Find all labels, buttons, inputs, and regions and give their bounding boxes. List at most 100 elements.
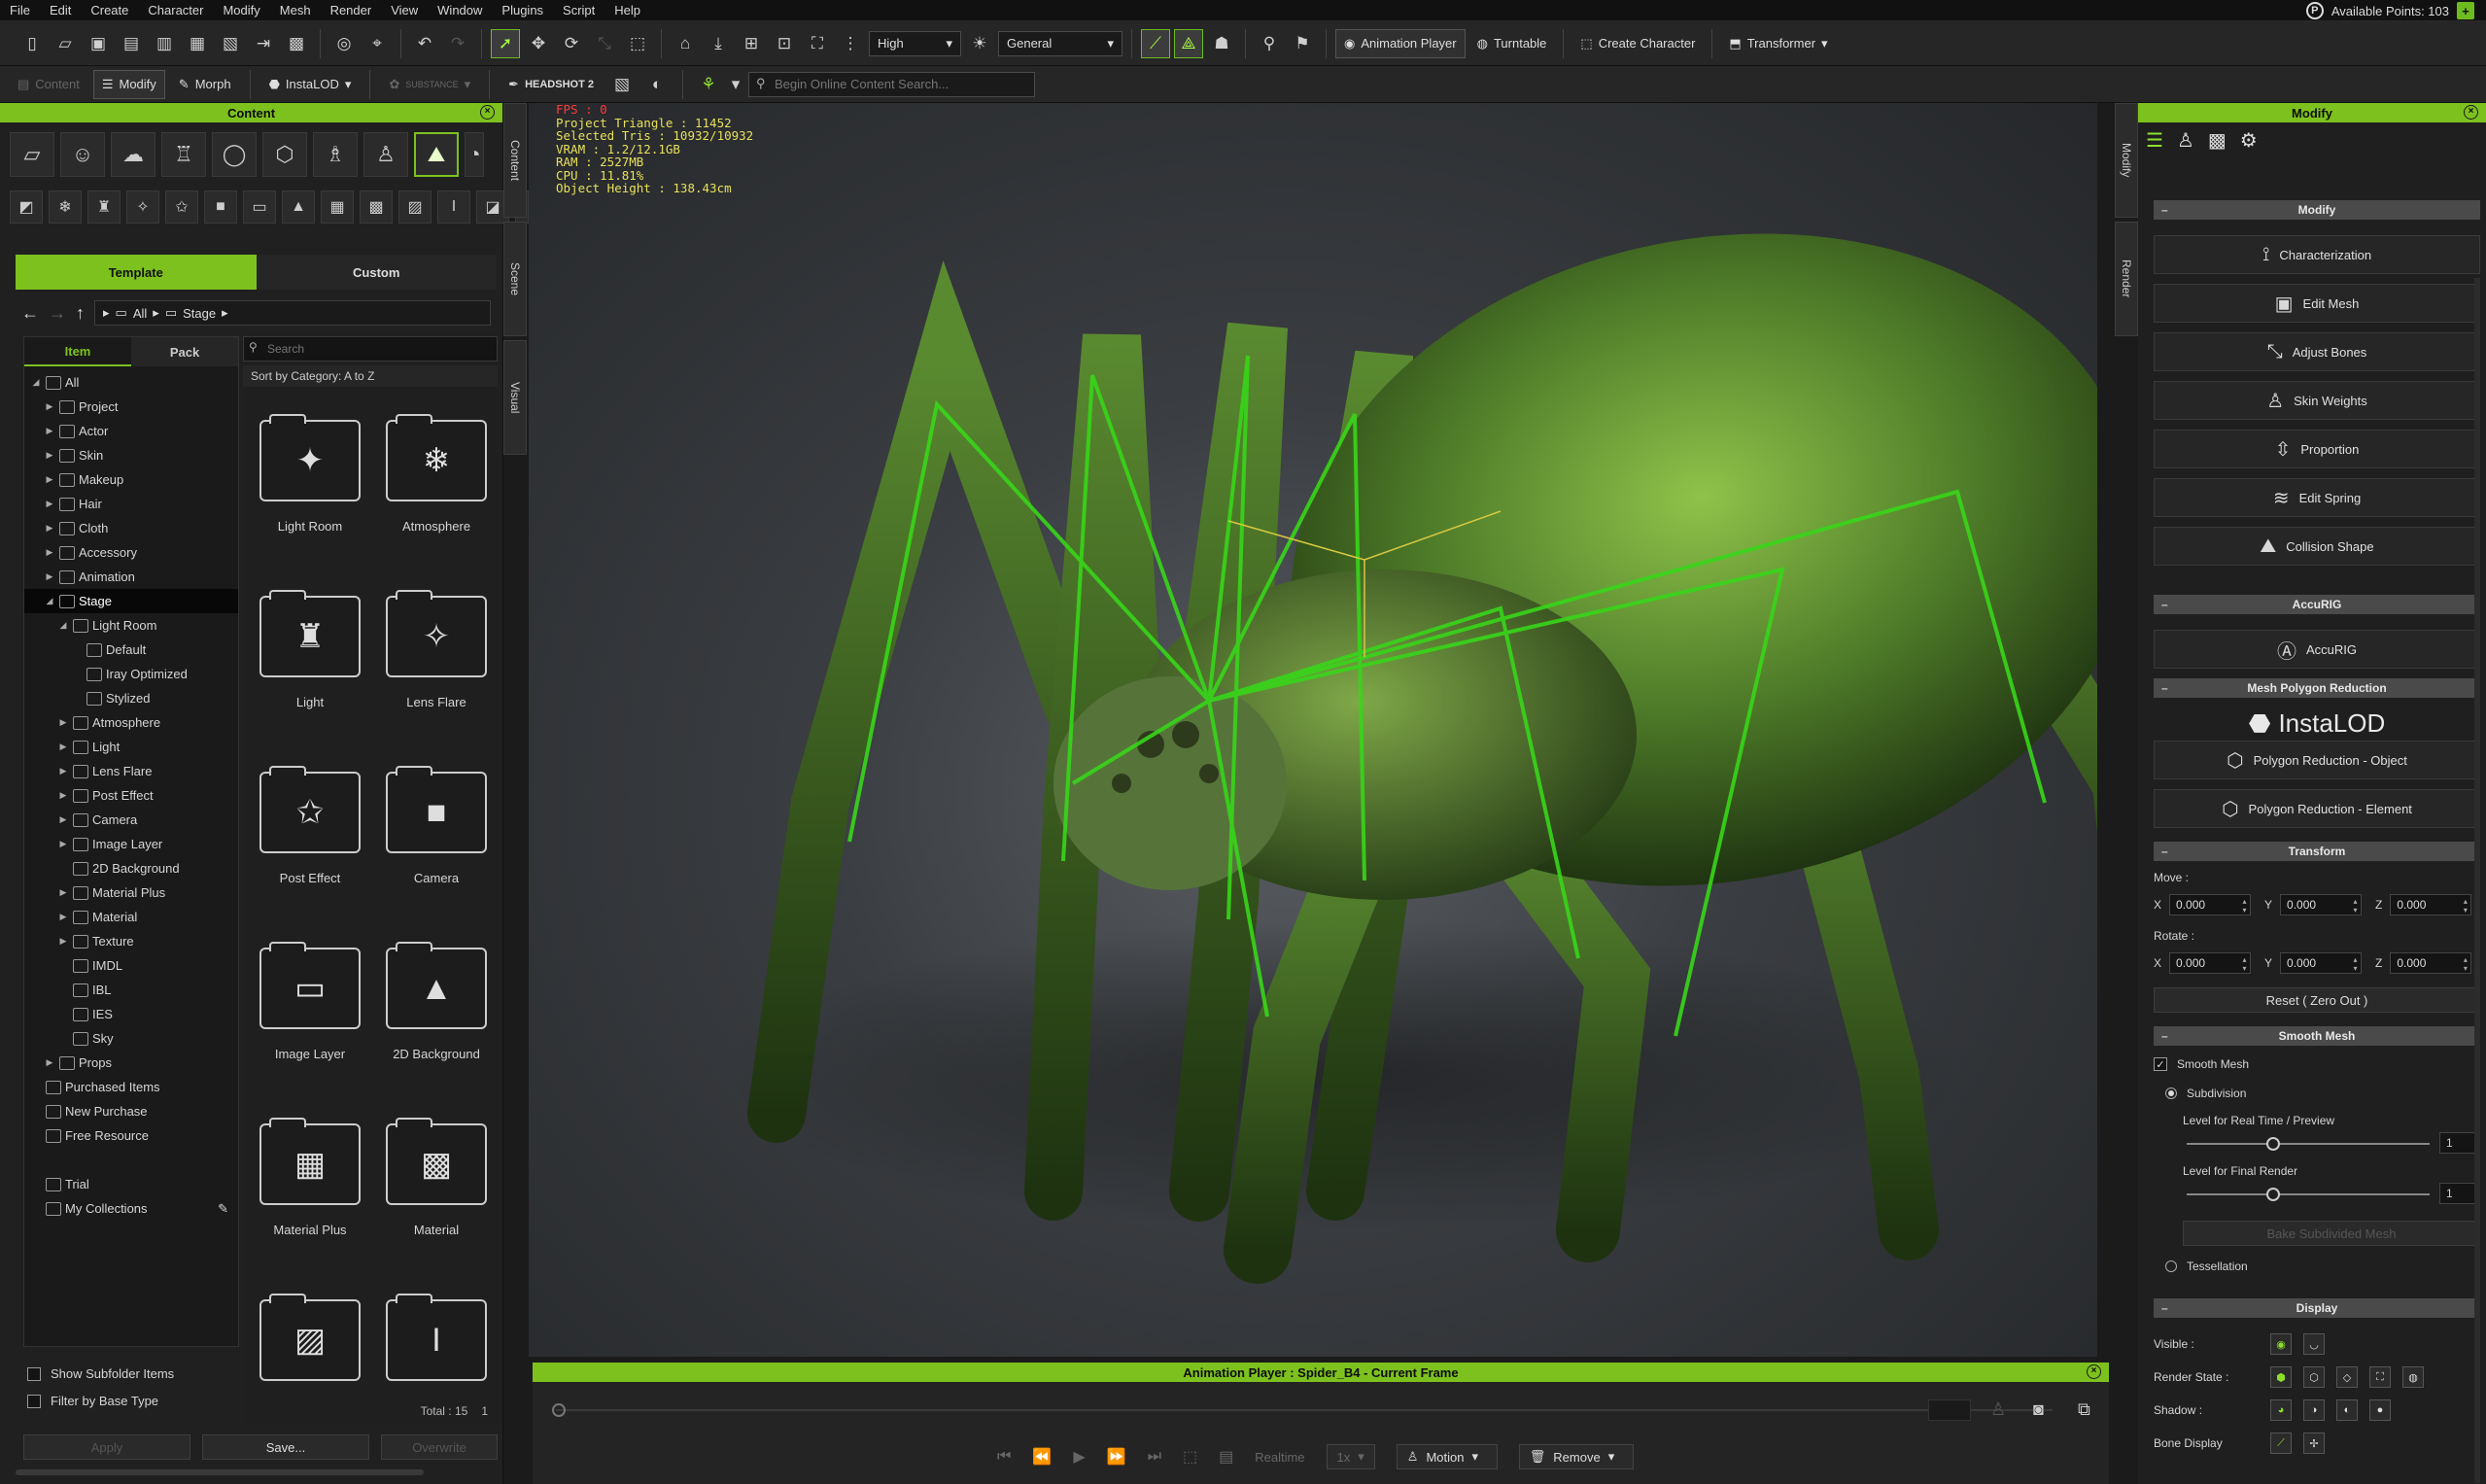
menu-item-view[interactable]: View [381, 3, 428, 17]
grid-item[interactable]: ▦ Material Plus [251, 1118, 369, 1237]
grid-item[interactable]: ✧ Lens Flare [377, 590, 496, 709]
up-icon[interactable]: ↑ [76, 303, 85, 324]
menu-item-character[interactable]: Character [138, 3, 213, 17]
tree-item[interactable]: ▶ Post Effect [24, 783, 238, 808]
tree-item[interactable]: IBL [24, 978, 238, 1002]
side-tab-modify[interactable]: Modify [2115, 103, 2138, 218]
expand-arrow-icon[interactable]: ◢ [30, 377, 42, 388]
next-frame-icon[interactable]: ⏩ [1107, 1447, 1126, 1467]
light-icon[interactable]: ☀ [965, 29, 994, 58]
smooth-mesh-checkbox[interactable]: ✓ Smooth Mesh [2154, 1057, 2249, 1071]
tree-item[interactable]: ▶ Skin [24, 443, 238, 467]
view-mode-icon[interactable]: ⛶ [803, 29, 832, 58]
solid-render-icon[interactable]: ⬢ [2270, 1366, 2292, 1388]
grid-search-input[interactable] [243, 336, 498, 362]
expand-arrow-icon[interactable]: ▶ [44, 499, 55, 509]
expand-arrow-icon[interactable]: ▶ [57, 790, 69, 801]
side-tab-scene[interactable]: Scene [503, 222, 527, 336]
tree-item[interactable]: Free Resource [24, 1123, 238, 1148]
open-folder-icon[interactable]: ▱ [51, 29, 80, 58]
content-scrollbar[interactable] [16, 1469, 424, 1475]
save-as-icon[interactable]: ▤ [117, 29, 146, 58]
import-file-icon[interactable]: ⇥ [249, 29, 278, 58]
level-rt-input[interactable]: 1 [2439, 1132, 2478, 1154]
adjust-bones-button[interactable]: ⤡ Adjust Bones [2154, 332, 2480, 371]
expand-arrow-icon[interactable]: ▶ [57, 839, 69, 849]
forward-icon[interactable]: → [49, 303, 66, 324]
modify-section-header[interactable]: Modify [2154, 200, 2480, 220]
hair-category-icon[interactable]: ☁ [111, 132, 155, 177]
grid-item[interactable]: ■ Camera [377, 766, 496, 885]
level-fr-knob[interactable] [2266, 1188, 2280, 1201]
tree-item[interactable] [24, 1148, 238, 1172]
tree-item[interactable]: ▶ Animation [24, 565, 238, 589]
mesh-polygon-reduction-header[interactable]: Mesh Polygon Reduction [2154, 678, 2480, 698]
tree-item[interactable]: Iray Optimized [24, 662, 238, 686]
sort-label[interactable]: Sort by Category: A to Z [243, 365, 498, 387]
shadow-both-icon[interactable]: ◐ [2336, 1399, 2358, 1421]
expand-arrow-icon[interactable]: ▶ [57, 766, 69, 777]
tree-item[interactable]: IMDL [24, 953, 238, 978]
level-fr-input[interactable]: 1 [2439, 1183, 2478, 1204]
quality-select[interactable]: High ▾ [869, 30, 961, 56]
checker-icon[interactable]: ▩ [2208, 128, 2227, 153]
content-mode-button[interactable]: ▤ Content [10, 70, 87, 99]
collision-shape-button[interactable]: ⛰ Collision Shape [2154, 527, 2480, 566]
tab-item[interactable]: Item [24, 337, 131, 366]
rotate-y-input[interactable]: 0.000 [2280, 952, 2363, 974]
menu-item-mesh[interactable]: Mesh [270, 3, 321, 17]
reset-zero-out-button[interactable]: Reset ( Zero Out ) [2154, 987, 2480, 1013]
side-tab-render[interactable]: Render [2115, 222, 2138, 336]
visible-eye-icon[interactable]: ◉ [2270, 1333, 2292, 1355]
substance-button[interactable]: ✿ SUBSTANCE ▾ [381, 70, 478, 99]
tree-item[interactable]: ◢ Light Room [24, 613, 238, 638]
last-frame-icon[interactable]: ⏭ [1148, 1448, 1161, 1466]
tab-custom[interactable]: Custom [256, 255, 497, 290]
menu-item-plugins[interactable]: Plugins [492, 3, 553, 17]
speed-select[interactable]: 1x ▾ [1326, 1444, 1375, 1469]
actor-category-icon[interactable]: ☺ [60, 132, 105, 177]
motion-button[interactable]: ♙ Motion ▾ [1396, 1444, 1498, 1469]
show-subfolder-checkbox[interactable]: Show Subfolder Items [27, 1366, 174, 1381]
proportion-button[interactable]: ⇳ Proportion [2154, 430, 2480, 468]
smooth-render-icon[interactable]: ⬡ [2303, 1366, 2325, 1388]
grid-item[interactable]: ▲ 2D Background [377, 942, 496, 1061]
gear-icon[interactable]: ⚙ [2240, 128, 2258, 153]
polygon-reduction-object-button[interactable]: ⬡ Polygon Reduction - Object [2154, 741, 2480, 779]
tree-item[interactable]: Purchased Items [24, 1075, 238, 1099]
tree-item[interactable]: ◢ Stage [24, 589, 238, 613]
tree-item[interactable]: ▶ Lens Flare [24, 759, 238, 783]
tree-item[interactable]: My Collections ✎ [24, 1196, 238, 1221]
subdivision-radio[interactable]: Subdivision [2165, 1087, 2246, 1100]
expand-arrow-icon[interactable]: ▶ [57, 912, 69, 922]
edit-spring-button[interactable]: ≋ Edit Spring [2154, 478, 2480, 517]
motion-pose-icon[interactable]: ♙ [1990, 1399, 2006, 1420]
motion-pose-icon[interactable]: ♙ [2177, 128, 2194, 153]
remove-button[interactable]: 🗑 Remove ▾ [1518, 1444, 1634, 1469]
sliders-icon[interactable]: ☰ [2146, 128, 2163, 153]
atmosphere-icon[interactable]: ❄ [49, 190, 82, 224]
available-points[interactable]: P Available Points: 103 + [2305, 0, 2474, 21]
add-points-button[interactable]: + [2457, 2, 2474, 19]
headshot-photo-icon[interactable]: ▧ [607, 70, 637, 99]
rotate-tool-icon[interactable]: ⟳ [557, 29, 586, 58]
stage-category-icon[interactable]: ⛰ [414, 132, 459, 177]
expand-arrow-icon[interactable]: ▶ [44, 450, 55, 461]
tree-item[interactable]: ▶ Material Plus [24, 880, 238, 905]
polygon-reduction-element-button[interactable]: ⬡ Polygon Reduction - Element [2154, 789, 2480, 828]
tree-item[interactable]: ▶ Texture [24, 929, 238, 953]
frame-selected-icon[interactable]: ⊞ [737, 29, 766, 58]
grid-item[interactable]: ♜ Light [251, 590, 369, 709]
expand-arrow-icon[interactable]: ◢ [57, 620, 69, 631]
grid-item[interactable]: ▩ Material [377, 1118, 496, 1237]
new-file-icon[interactable]: ▯ [17, 29, 47, 58]
pick-icon[interactable]: ⌖ [363, 29, 392, 58]
tree-item[interactable]: ▶ Material [24, 905, 238, 929]
frame-input[interactable] [1928, 1399, 1971, 1421]
grid-item[interactable]: ✩ Post Effect [251, 766, 369, 885]
plugin-icon[interactable]: ⚘ [694, 70, 723, 99]
tessellation-radio[interactable]: Tessellation [2165, 1260, 2248, 1273]
tree-item[interactable]: Stylized [24, 686, 238, 710]
more-category-icon[interactable]: ◔ [465, 132, 484, 177]
shadow-off-icon[interactable]: ● [2369, 1399, 2391, 1421]
